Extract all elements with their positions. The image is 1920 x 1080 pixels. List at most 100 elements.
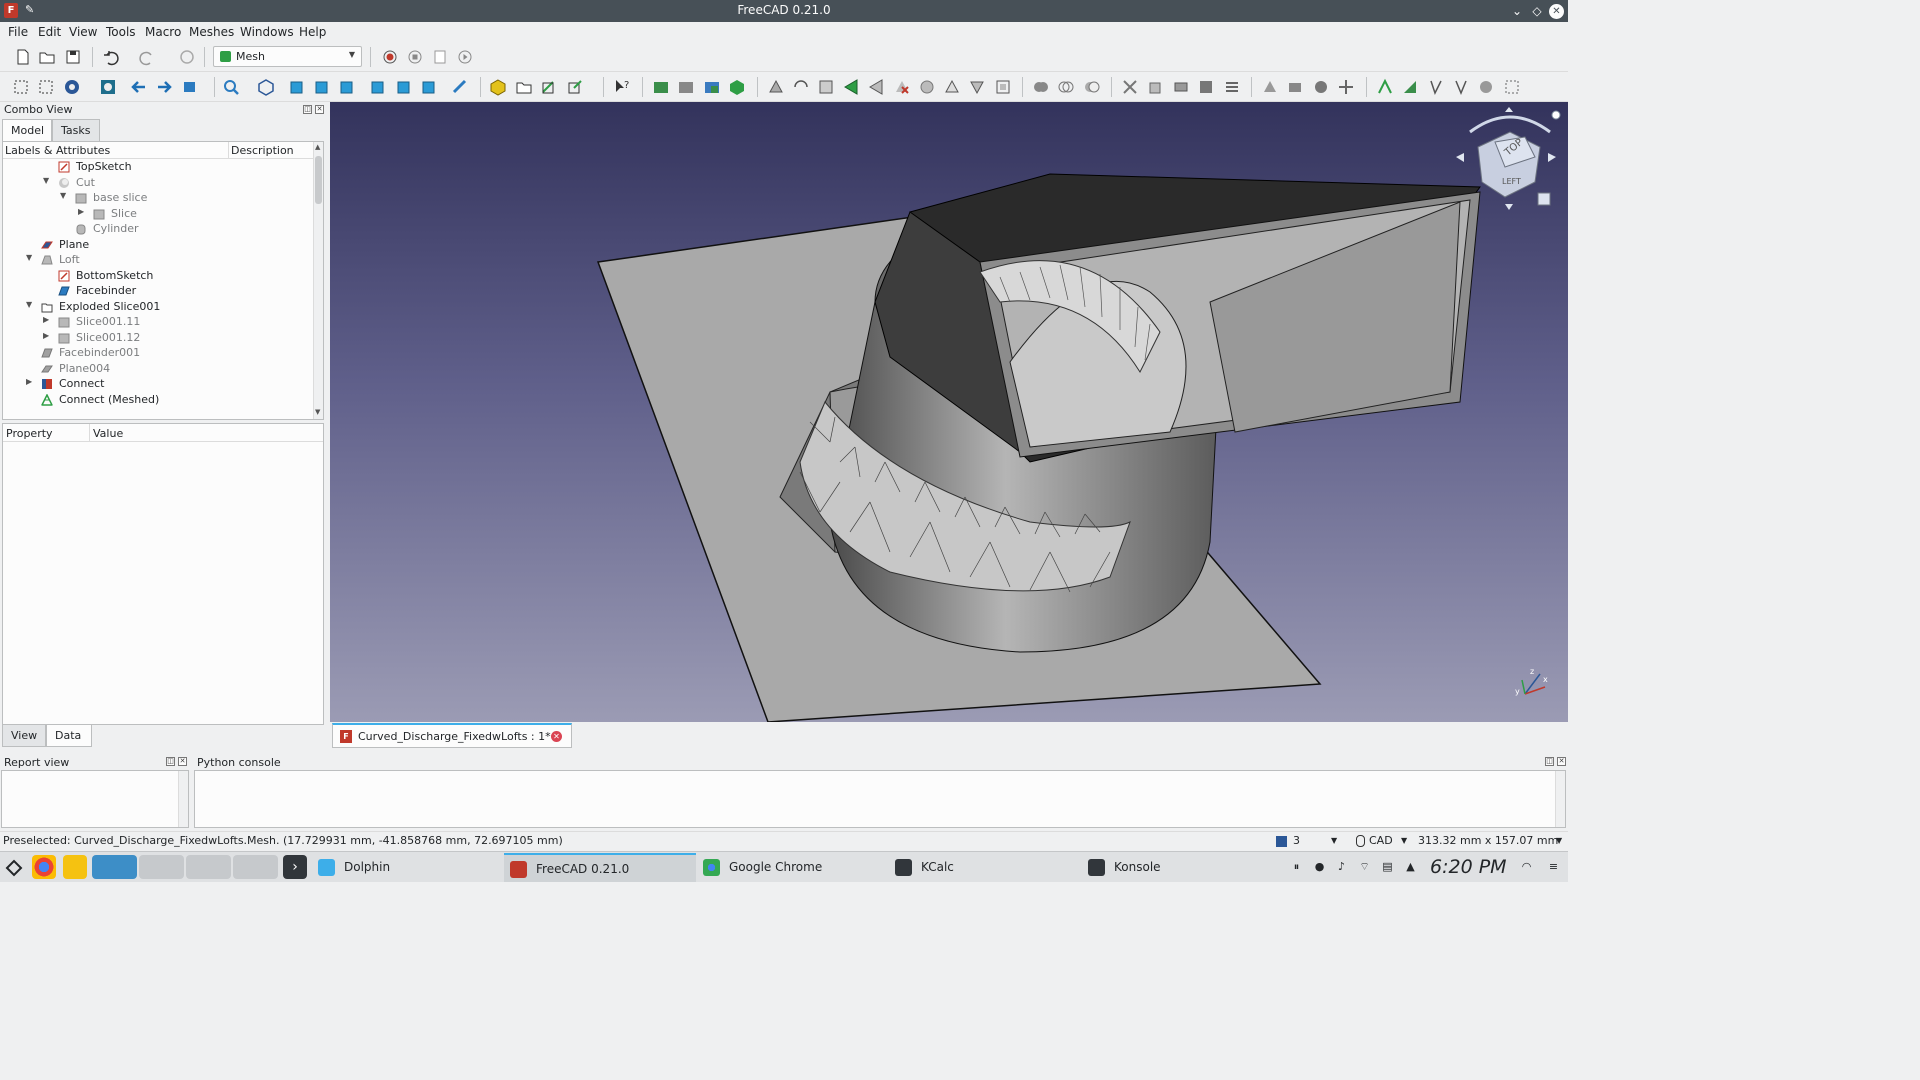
- mesh-remove-components-icon[interactable]: [893, 78, 911, 96]
- tree-item-exploded-slice001[interactable]: ▼ Exploded Slice001: [3, 299, 313, 315]
- mesh-fill-interactive-icon[interactable]: [867, 78, 885, 96]
- std-view-menu-icon[interactable]: [181, 78, 199, 96]
- draw-style-icon[interactable]: [63, 78, 81, 96]
- menu-meshes[interactable]: Meshes: [189, 25, 234, 39]
- close-dock-button[interactable]: ✕: [315, 105, 324, 114]
- chevron-right-icon[interactable]: ▶: [43, 315, 49, 324]
- mesh-evaluation-icon[interactable]: [1312, 78, 1330, 96]
- close-dock-button[interactable]: ✕: [1557, 757, 1566, 766]
- 3d-viewport[interactable]: TOP LEFT z y x: [330, 102, 1568, 722]
- chevron-down-icon[interactable]: ▼: [1556, 836, 1562, 845]
- chevron-right-icon[interactable]: ▶: [43, 331, 49, 340]
- mesh-merge-icon[interactable]: [1337, 78, 1355, 96]
- mesh-analyze-icon[interactable]: [767, 78, 785, 96]
- create-group-icon[interactable]: [515, 78, 533, 96]
- report-scrollbar[interactable]: [178, 771, 188, 827]
- tree-item-facebinder[interactable]: Facebinder: [3, 283, 313, 299]
- float-dock-button[interactable]: ◫: [166, 757, 175, 766]
- forward-arrow-icon[interactable]: [155, 78, 173, 96]
- nav-cube-close-icon[interactable]: [1551, 110, 1561, 120]
- tree-item-cut[interactable]: ▼ Cut: [3, 175, 313, 191]
- app-launcher-icon[interactable]: [4, 858, 24, 878]
- right-view-icon[interactable]: [338, 78, 356, 96]
- scroll-thumb[interactable]: [315, 156, 322, 204]
- mesh-polygon-split-icon[interactable]: [1452, 78, 1470, 96]
- tree-item-facebinder001[interactable]: Facebinder001: [3, 345, 313, 361]
- python-console-input[interactable]: [194, 770, 1566, 828]
- redo-icon[interactable]: [138, 48, 156, 66]
- save-icon[interactable]: [64, 48, 82, 66]
- mesh-remove-selection-icon[interactable]: [1503, 78, 1521, 96]
- task-kcalc[interactable]: KCalc: [889, 853, 1079, 882]
- mesh-union-icon[interactable]: [1032, 78, 1050, 96]
- mesh-intersection-icon[interactable]: [1057, 78, 1075, 96]
- report-output[interactable]: [1, 770, 189, 828]
- console-scrollbar[interactable]: [1555, 771, 1565, 827]
- macro-record-icon[interactable]: [381, 48, 399, 66]
- mesh-smooth-icon[interactable]: [918, 78, 936, 96]
- minimize-button[interactable]: ⌄: [1508, 2, 1526, 20]
- rear-view-icon[interactable]: [369, 78, 387, 96]
- mesh-segmentation-icon[interactable]: [1261, 78, 1279, 96]
- tree-item-loft[interactable]: ▼ Loft: [3, 252, 313, 268]
- chevron-down-icon[interactable]: ▼: [1331, 836, 1337, 845]
- clipboard-icon[interactable]: ▤: [1381, 860, 1394, 873]
- make-link-icon[interactable]: [540, 78, 558, 96]
- left-view-icon[interactable]: [420, 78, 438, 96]
- menu-view[interactable]: View: [69, 25, 97, 39]
- virtual-desktop-1[interactable]: [92, 855, 137, 879]
- bounding-box-icon[interactable]: [99, 78, 117, 96]
- tree-scrollbar[interactable]: ▲ ▼: [313, 142, 323, 419]
- menu-tools[interactable]: Tools: [106, 25, 136, 39]
- menu-icon[interactable]: ≡: [1547, 860, 1560, 873]
- tree-item-bottomsketch[interactable]: BottomSketch: [3, 268, 313, 284]
- menu-edit[interactable]: Edit: [38, 25, 61, 39]
- chevron-right-icon[interactable]: ▶: [78, 207, 84, 216]
- mesh-add-facet-icon[interactable]: [1477, 78, 1495, 96]
- new-document-icon[interactable]: [14, 48, 32, 66]
- scroll-down-icon[interactable]: ▼: [315, 408, 320, 416]
- task-konsole[interactable]: Konsole: [1082, 853, 1272, 882]
- mesh-flip-icon[interactable]: [817, 78, 835, 96]
- measure-distance-icon[interactable]: [451, 78, 469, 96]
- mesh-bounding-box-icon[interactable]: [994, 78, 1012, 96]
- mesh-trim-plane-icon[interactable]: [1172, 78, 1190, 96]
- mesh-cut-icon[interactable]: [1121, 78, 1139, 96]
- close-button[interactable]: ✕: [1549, 4, 1564, 19]
- mesh-decimate-icon[interactable]: [943, 78, 961, 96]
- draw-style-icon[interactable]: [1276, 836, 1287, 847]
- front-view-icon[interactable]: [288, 78, 306, 96]
- chevron-right-icon[interactable]: ▶: [26, 377, 32, 386]
- float-dock-button[interactable]: ◫: [303, 105, 312, 114]
- whats-this-icon[interactable]: ?: [613, 78, 631, 96]
- tab-tasks[interactable]: Tasks: [52, 119, 100, 141]
- document-tab[interactable]: F Curved_Discharge_FixedwLofts : 1* ✕: [332, 723, 572, 748]
- tree-item-plane004[interactable]: Plane004: [3, 361, 313, 377]
- tree-item-slice001-12[interactable]: ▶ Slice001.12: [3, 330, 313, 346]
- chevron-down-icon[interactable]: ▼: [60, 191, 66, 200]
- box-select-icon[interactable]: [12, 78, 30, 96]
- tray-expand-icon[interactable]: ▲: [1404, 860, 1417, 873]
- tree-item-connect-meshed[interactable]: Connect (Meshed): [3, 392, 313, 408]
- menu-help[interactable]: Help: [299, 25, 326, 39]
- column-description[interactable]: Description: [231, 144, 294, 157]
- virtual-desktop-3[interactable]: [186, 855, 231, 879]
- wifi-icon[interactable]: ◠: [1520, 860, 1533, 873]
- close-tab-icon[interactable]: ✕: [551, 731, 562, 742]
- view-menu-cube-icon[interactable]: [1537, 192, 1551, 206]
- mesh-refinement-icon[interactable]: [728, 78, 746, 96]
- mesh-cross-sections-icon[interactable]: [1223, 78, 1241, 96]
- mesh-polygon-cut-icon[interactable]: [1427, 78, 1445, 96]
- virtual-desktop-4[interactable]: [233, 855, 278, 879]
- menu-file[interactable]: File: [8, 25, 28, 39]
- back-arrow-icon[interactable]: [130, 78, 148, 96]
- network-icon[interactable]: ⌔: [1358, 860, 1371, 873]
- menu-macro[interactable]: Macro: [145, 25, 181, 39]
- task-freecad[interactable]: FreeCAD 0.21.0: [504, 853, 696, 882]
- box-element-select-icon[interactable]: [37, 78, 55, 96]
- virtual-desktop-2[interactable]: [139, 855, 184, 879]
- refresh-icon[interactable]: [178, 48, 196, 66]
- link-actions-icon[interactable]: [566, 78, 584, 96]
- tab-model[interactable]: Model: [2, 119, 52, 141]
- task-google-chrome[interactable]: Google Chrome: [697, 853, 887, 882]
